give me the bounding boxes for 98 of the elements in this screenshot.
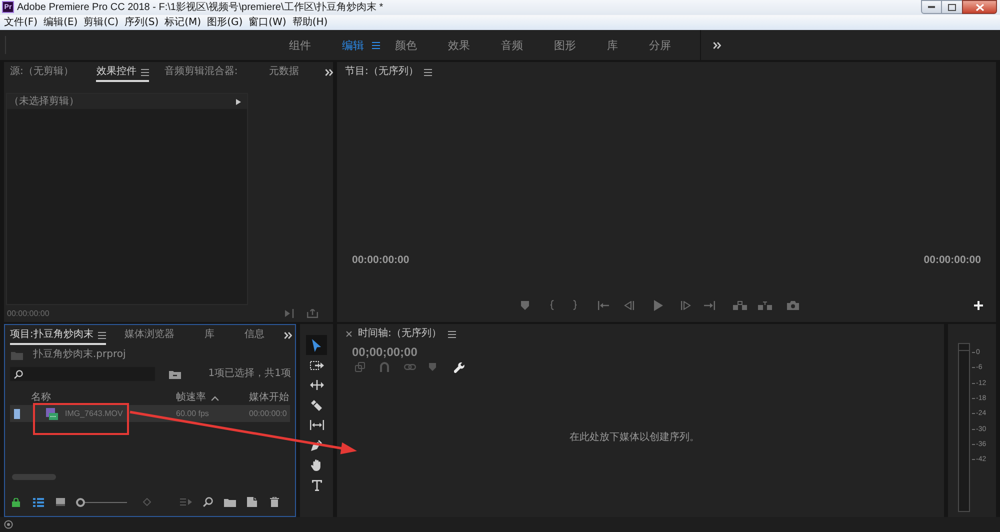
menu-icon[interactable] [372, 42, 380, 48]
arrow-to-line-right-icon[interactable] [704, 300, 715, 310]
timecode: 00:00:00:00 [352, 254, 410, 266]
tool-button[interactable] [306, 335, 327, 355]
menu-item[interactable]: 剪辑(C) [84, 18, 118, 28]
export-icon[interactable] [307, 309, 318, 318]
brace-right-icon[interactable] [573, 300, 577, 310]
extract-icon[interactable] [758, 300, 772, 310]
menu-item[interactable]: 图形(G) [207, 18, 243, 28]
menu-icon[interactable] [141, 68, 150, 76]
plus-icon[interactable] [974, 300, 983, 310]
panel-tab[interactable]: 信息 [244, 325, 264, 345]
maximize-icon[interactable] [948, 4, 956, 10]
panel-tab[interactable]: 库 [204, 325, 214, 345]
lift-icon[interactable] [733, 300, 747, 310]
chevrons-right-icon[interactable] [713, 42, 721, 48]
table-row[interactable]: IMG_7643.MOV 60.00 fps 00:00:00:0 [10, 405, 290, 422]
table-cell-text: 00:00:00:0 [248, 410, 288, 418]
search-icon[interactable] [14, 370, 23, 378]
workspace-tab[interactable]: 编辑 [342, 40, 380, 50]
brace-left-icon[interactable] [550, 300, 554, 310]
caret-up-icon [211, 396, 219, 400]
folder-icon[interactable] [224, 498, 236, 506]
minimize-button[interactable] [921, 0, 942, 14]
ripple-edit-icon[interactable] [310, 380, 324, 390]
play-icon[interactable] [654, 300, 663, 310]
window-title: Adobe Premiere Pro CC 2018 - F:\1影视区\视频号\premiere\工作区\扑豆角炒肉末 * [17, 0, 384, 15]
folder-icon[interactable] [169, 370, 181, 378]
step-forward-icon[interactable] [681, 300, 691, 310]
type-icon[interactable] [312, 480, 322, 490]
scrollbar-thumb[interactable] [12, 474, 56, 480]
ring-icon[interactable] [4, 520, 13, 529]
menu-icon[interactable] [424, 68, 432, 76]
column-header[interactable]: 帧速率 [170, 391, 243, 405]
menu-item[interactable]: 编辑(E) [44, 18, 78, 28]
caret-right-icon[interactable] [236, 98, 241, 104]
track-select-icon[interactable] [310, 360, 324, 370]
slip-icon[interactable] [310, 420, 324, 430]
arrow-pointer-icon[interactable] [312, 338, 321, 352]
column-header[interactable]: 名称 [10, 391, 170, 405]
hand-icon[interactable] [311, 459, 322, 471]
zoom-slider[interactable] [76, 498, 127, 506]
menu-item[interactable]: 窗口(W) [248, 18, 286, 28]
workspace-tab[interactable]: 颜色 [395, 40, 417, 50]
folder-icon [11, 350, 23, 360]
workspace-tab[interactable]: 分屏 [649, 40, 671, 50]
trash-icon[interactable] [270, 497, 279, 507]
marker-icon[interactable] [521, 300, 529, 310]
selection-count: 1项已选择，共1项 [208, 369, 291, 379]
razor-icon[interactable] [311, 400, 322, 410]
chevrons-right-icon[interactable] [325, 68, 333, 76]
video-clip-icon [46, 408, 58, 420]
maximize-button[interactable] [942, 0, 962, 14]
step-forward-icon[interactable] [285, 309, 295, 318]
drop-hint: 在此处放下媒体以创建序列。 [570, 432, 700, 442]
clip-status-text: （未选择剪辑） [9, 96, 79, 106]
menu-icon[interactable] [98, 332, 106, 338]
menu-item[interactable]: 序列(S) [124, 18, 159, 28]
arrow-to-line-left-icon[interactable] [598, 300, 609, 310]
menu-icon[interactable] [448, 330, 456, 338]
panel-title: 时间轴:（无序列） [358, 329, 442, 339]
project-file-name: 扑豆角炒肉末.prproj [33, 350, 126, 360]
panel-tab[interactable]: 效果控件 [96, 62, 150, 82]
workspace-tab[interactable]: 图形 [554, 40, 576, 50]
panel-tab[interactable]: 项目:扑豆角炒肉末 [10, 325, 106, 345]
workspace-tab[interactable]: 组件 [289, 40, 311, 50]
menu-item[interactable]: 标记(M) [164, 18, 202, 28]
step-back-icon[interactable] [624, 300, 634, 310]
pen-icon[interactable] [311, 440, 322, 450]
close-button[interactable] [962, 0, 997, 14]
panel-tab[interactable]: 媒体浏览器 [124, 325, 174, 345]
table-cell-text: 60.00 fps [175, 410, 210, 418]
panel-tab[interactable]: 源:（无剪辑） [10, 62, 74, 82]
panel-tab[interactable]: 元数据 [268, 62, 299, 82]
search-icon[interactable] [203, 497, 213, 507]
page-icon[interactable] [247, 497, 257, 507]
workspace-tab[interactable]: 效果 [448, 40, 470, 50]
icon-view-icon[interactable] [56, 498, 65, 506]
timecode: 00:00:00:00 [924, 254, 981, 266]
chevrons-right-icon[interactable] [284, 332, 292, 338]
panel-tab[interactable]: 音频剪辑混合器: [164, 62, 238, 82]
close-icon[interactable] [346, 331, 352, 337]
list-view-icon[interactable] [33, 498, 44, 506]
panel-title: 节目:（无序列） [345, 67, 418, 77]
timecode: 00:00:00:00 [7, 310, 50, 318]
wrench-icon[interactable] [454, 362, 465, 372]
clip-name: IMG_7643.MOV [65, 410, 123, 418]
menu-item[interactable]: 文件(F) [4, 18, 38, 28]
marker-icon[interactable] [429, 363, 436, 371]
camera-icon[interactable] [787, 300, 799, 310]
menu-item[interactable]: 帮助(H) [292, 18, 328, 28]
workspace-tab[interactable]: 音频 [501, 40, 523, 50]
search-field[interactable] [10, 367, 155, 381]
workspace-tab[interactable]: 库 [607, 40, 618, 50]
column-header[interactable]: 媒体开始 [243, 391, 290, 405]
timecode: 00;00;00;00 [352, 346, 418, 358]
lock-icon[interactable] [12, 498, 20, 506]
slider-thumb[interactable] [76, 498, 85, 506]
